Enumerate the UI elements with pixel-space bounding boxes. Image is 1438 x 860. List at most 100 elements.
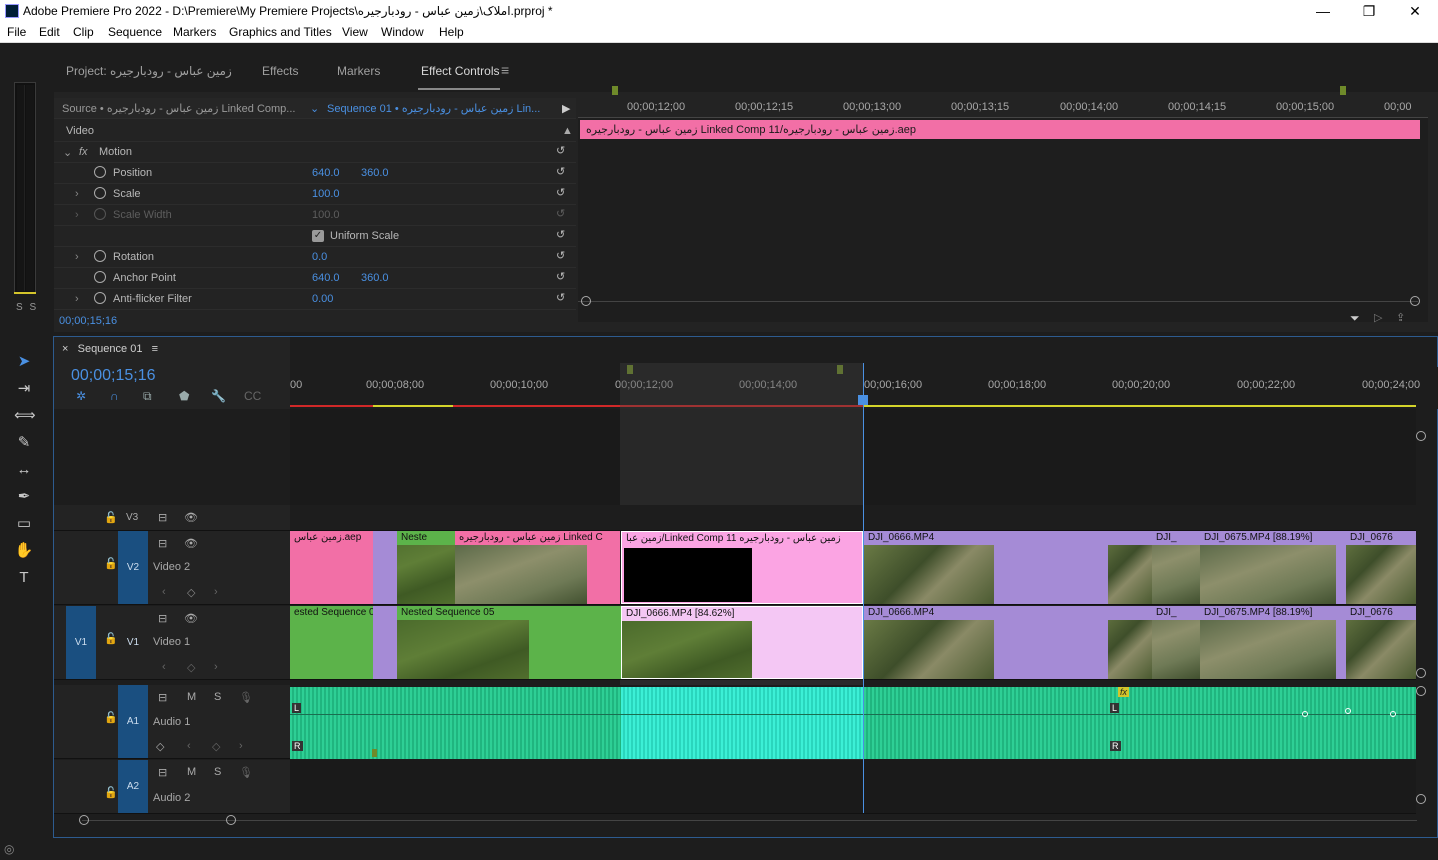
audio-waveform[interactable] (1108, 723, 1416, 759)
add-keyframe-icon[interactable]: ◇ (187, 661, 195, 674)
clip[interactable]: DJI_ (1152, 531, 1200, 604)
menu-clip[interactable]: Clip (73, 25, 94, 39)
sync-lock-icon[interactable]: ⊟ (158, 612, 167, 625)
filter-icon[interactable]: ⏷ (1350, 311, 1360, 326)
panel-menu-icon[interactable]: ≡ (152, 343, 158, 355)
clip[interactable]: DJI_0675.MP4 [88.19%] (1200, 606, 1346, 679)
horizontal-scrollbar[interactable] (82, 820, 1417, 821)
add-keyframe-icon[interactable]: ◇ (212, 740, 220, 753)
sync-lock-icon[interactable]: ⊟ (158, 537, 167, 550)
zoom-bar[interactable] (578, 301, 1418, 302)
time-ruler[interactable]: 00;00;12;00 00;00;12;15 00;00;13;00 00;0… (578, 86, 1428, 118)
scroll-handle-left[interactable] (79, 815, 89, 825)
eye-icon[interactable]: 👁 (184, 537, 198, 550)
clip[interactable]: DJI_0666.MP4 (864, 531, 1108, 604)
type-tool-icon[interactable]: T (14, 568, 34, 588)
captions-icon[interactable]: CC (244, 389, 261, 403)
linked-selection-icon[interactable]: ⧉ (143, 389, 152, 404)
reset-icon[interactable]: ↺ (556, 228, 570, 242)
solo-button[interactable]: S (214, 691, 221, 703)
zoom-handle-right[interactable] (1410, 296, 1420, 306)
scale-value[interactable]: 100.0 (312, 188, 340, 200)
track-label-v3[interactable]: V3 (126, 512, 138, 523)
collapse-arrow-icon[interactable]: ▲ (562, 125, 573, 137)
close-icon[interactable]: × (62, 343, 68, 355)
lock-icon[interactable]: 🔓 (104, 786, 118, 799)
keyframe-icon[interactable] (1345, 708, 1351, 714)
stopwatch-icon[interactable] (94, 187, 106, 199)
uniform-scale-checkbox[interactable]: ✓ (312, 230, 324, 242)
menu-help[interactable]: Help (439, 25, 464, 39)
audio-waveform[interactable] (290, 723, 621, 759)
reset-icon[interactable]: ↺ (556, 249, 570, 263)
clip-selected[interactable]: DJI_0666.MP4 [84.62%] (621, 606, 863, 679)
clip-selected[interactable]: زمین عباس - رودبارجیره Linked Comp 11/زم… (621, 531, 863, 604)
track-lane-a2[interactable] (290, 760, 1416, 814)
tab-markers[interactable]: Markers (337, 64, 380, 78)
chevron-right-icon[interactable]: › (75, 188, 79, 200)
lock-icon[interactable]: 🔓 (104, 511, 118, 524)
lock-icon[interactable]: 🔓 (104, 711, 118, 724)
play-arrow-icon[interactable]: ▶ (562, 102, 570, 115)
keyframe-icon[interactable] (1302, 711, 1308, 717)
slip-tool-icon[interactable]: ↔ (14, 460, 34, 480)
export-icon[interactable]: ⇪ (1396, 311, 1405, 324)
audio-waveform[interactable] (1108, 687, 1416, 723)
microphone-icon[interactable]: 🎙 (239, 766, 253, 779)
menu-edit[interactable]: Edit (39, 25, 60, 39)
razor-tool-icon[interactable]: ✎ (14, 433, 34, 453)
clip[interactable] (1108, 606, 1152, 679)
menu-window[interactable]: Window (381, 25, 424, 39)
add-marker-icon[interactable]: ⬟ (179, 389, 189, 403)
marker-icon[interactable] (372, 749, 377, 757)
scroll-handle-right[interactable] (226, 815, 236, 825)
position-y-value[interactable]: 360.0 (361, 167, 389, 179)
volume-line[interactable] (290, 714, 1416, 715)
clip[interactable] (1108, 531, 1152, 604)
track-lane-v3[interactable] (290, 505, 1416, 531)
clip[interactable]: DJI_0675.MP4 [88.19%] (1200, 531, 1346, 604)
eye-icon[interactable]: 👁 (184, 511, 198, 524)
tab-effects[interactable]: Effects (262, 64, 298, 78)
playhead[interactable] (863, 363, 864, 813)
source-clip-label[interactable]: Source • زمین عباس - رودبارجیره Linked C… (62, 102, 295, 115)
reset-icon[interactable]: ↺ (556, 291, 570, 305)
keyframe-volume-icon[interactable]: ◇ (156, 740, 164, 753)
vscroll-handle[interactable] (1416, 431, 1426, 441)
track-select-tool-icon[interactable]: ⇥ (14, 379, 34, 399)
audio-waveform[interactable] (290, 687, 621, 723)
anti-flicker-value[interactable]: 0.00 (312, 293, 333, 305)
ripple-edit-tool-icon[interactable]: ⟺ (14, 406, 36, 426)
anchor-x-value[interactable]: 640.0 (312, 272, 340, 284)
menu-sequence[interactable]: Sequence (108, 25, 162, 39)
lock-icon[interactable]: 🔓 (104, 557, 118, 570)
minimize-button[interactable]: — (1300, 0, 1346, 22)
reset-icon[interactable]: ↺ (556, 270, 570, 284)
audio-waveform[interactable] (864, 723, 1108, 759)
chevron-down-icon[interactable]: ⌄ (310, 102, 319, 115)
clip[interactable]: ested Sequence 04 (290, 606, 373, 679)
position-x-value[interactable]: 640.0 (312, 167, 340, 179)
vscroll-handle[interactable] (1416, 668, 1426, 678)
clip[interactable]: DJI_0676 (1346, 531, 1416, 604)
pen-tool-icon[interactable]: ✒ (14, 487, 34, 507)
close-button[interactable]: ✕ (1392, 0, 1438, 22)
sequence-tab[interactable]: × Sequence 01 ≡ (62, 343, 158, 355)
clip[interactable]: زمین عباس.aep (290, 531, 373, 604)
sync-lock-icon[interactable]: ⊟ (158, 691, 167, 704)
sequence-clip-label[interactable]: Sequence 01 • زمین عباس - رودبارجیره Lin… (327, 102, 540, 115)
track-label-v2[interactable]: V2 (118, 531, 148, 604)
chevron-right-icon[interactable]: › (75, 251, 79, 263)
mute-button[interactable]: M (187, 691, 196, 703)
add-keyframe-icon[interactable]: ◇ (187, 586, 195, 599)
status-icon[interactable]: ◎ (4, 842, 14, 856)
stopwatch-icon[interactable] (94, 292, 106, 304)
zoom-handle-left[interactable] (581, 296, 591, 306)
prev-keyframe-icon[interactable]: ‹ (162, 661, 166, 673)
menu-markers[interactable]: Markers (173, 25, 216, 39)
clip[interactable]: Neste (397, 531, 455, 604)
reset-icon[interactable]: ↺ (556, 165, 570, 179)
clip[interactable]: DJI_ (1152, 606, 1200, 679)
audio-waveform-selected[interactable] (621, 687, 863, 723)
maximize-button[interactable]: ❐ (1346, 0, 1392, 22)
